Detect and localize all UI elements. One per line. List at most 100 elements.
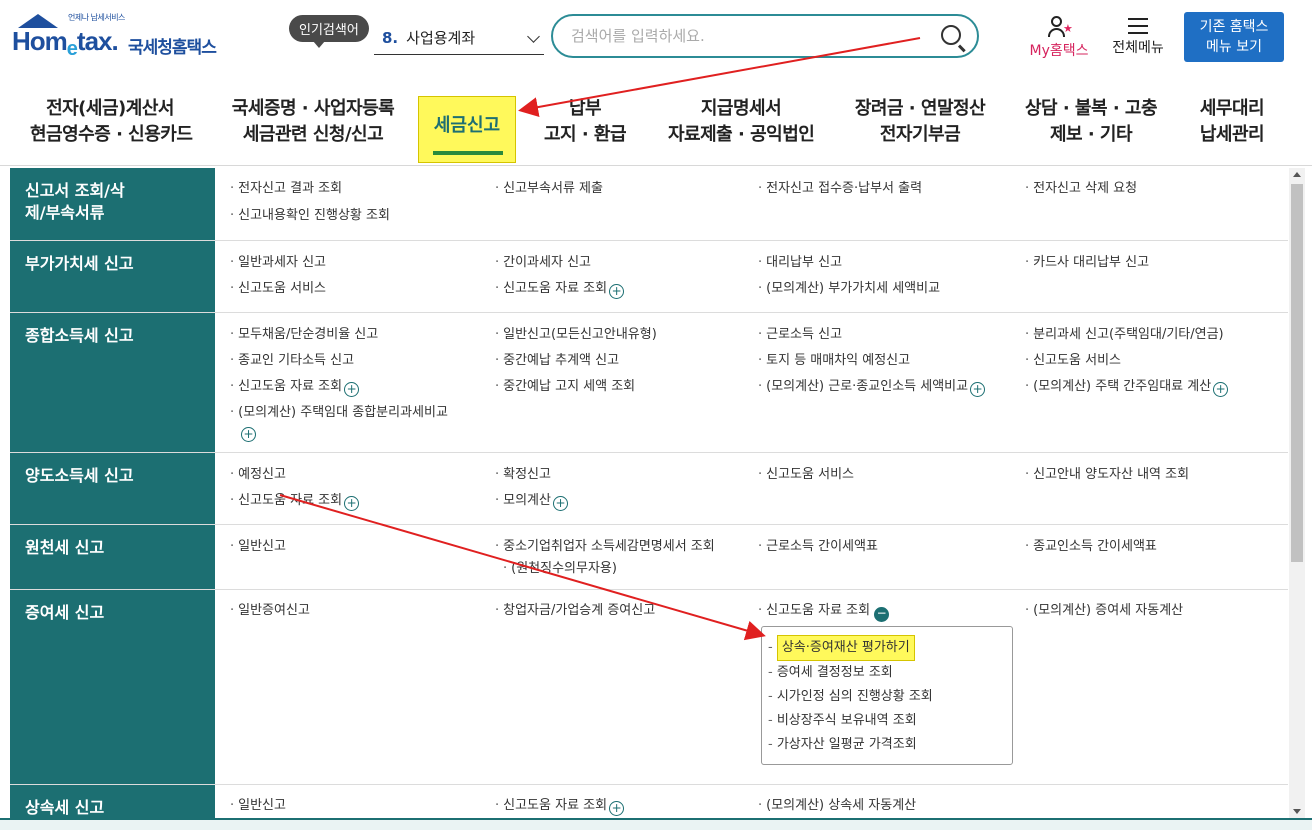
all-menu-label: 전체메뉴: [1112, 40, 1164, 56]
vertical-scrollbar[interactable]: [1289, 168, 1305, 818]
gnb-item-payment-statement[interactable]: 지급명세서 자료제출 · 공익법인: [668, 96, 815, 148]
menu-link[interactable]: (모의계산) 증여세 자동계산: [1025, 598, 1183, 624]
category-transfer-tax: 양도소득세 신고: [10, 453, 215, 524]
scroll-down-icon[interactable]: [1293, 809, 1301, 814]
menu-link-expandable[interactable]: (모의계산) 근로·종교인소득 세액비교+: [758, 374, 986, 400]
plus-icon[interactable]: +: [609, 284, 625, 299]
menu-link[interactable]: 신고도움 서비스: [758, 462, 854, 488]
menu-link[interactable]: 일반신고: [230, 793, 286, 818]
menu-link[interactable]: 신고내용확인 진행상황 조회: [230, 203, 390, 229]
gnb-item-counsel[interactable]: 상담 · 불복 · 고충 제보 · 기타: [1020, 96, 1162, 148]
gnb-item-payment[interactable]: 납부 고지 · 환급: [535, 96, 635, 148]
category-filing-inquiry: 신고서 조회/삭제/부속서류: [10, 168, 150, 240]
menu-link[interactable]: 분리과세 신고(주택임대/기타/연금): [1025, 322, 1223, 348]
global-nav: 전자(세금)계산서 현금영수증 · 신용카드 국세증명 · 사업자등록 세금관련 신…: [0, 90, 1312, 166]
menu-link[interactable]: 근로소득 간이세액표: [758, 534, 878, 560]
menu-link-expandable[interactable]: 신고도움 자료 조회+: [230, 488, 360, 514]
menu-link[interactable]: 일반신고: [230, 534, 286, 560]
menu-link[interactable]: 전자신고 결과 조회: [230, 176, 342, 202]
menu-link[interactable]: 종교인소득 간이세액표: [1025, 534, 1157, 560]
menu-link[interactable]: 신고부속서류 제출: [495, 176, 603, 202]
submenu-item[interactable]: 가상자산 일평균 가격조회: [768, 733, 1006, 757]
menu-link[interactable]: 전자신고 삭제 요청: [1025, 176, 1137, 202]
gnb-item-tax-filing[interactable]: 세금신고: [418, 96, 516, 163]
logo-korean-name: 국세청홈택스: [128, 38, 217, 58]
menu-link[interactable]: (모의계산) 부가가치세 세액비교: [758, 276, 940, 302]
gnb-item-tax-agent[interactable]: 세무대리 납세관리: [1192, 96, 1272, 148]
submenu-item[interactable]: 비상장주식 보유내역 조회: [768, 709, 1006, 733]
category-withholding-tax: 원천세 신고: [10, 525, 215, 589]
menu-link-subtext[interactable]: (원천징수의무자용): [503, 556, 617, 582]
menu-link[interactable]: 모두채움/단순경비율 신고: [230, 322, 378, 348]
plus-icon[interactable]: +: [970, 382, 986, 397]
category-income-tax: 종합소득세 신고: [10, 313, 215, 452]
chevron-down-icon: [527, 30, 540, 43]
menu-row-inheritance-tax: 상속세 신고 일반신고 신고도움 자료 조회+ (모의계산) 상속세 자동계산: [10, 785, 1288, 818]
popular-rank: 8.: [382, 29, 399, 47]
gnb-item-incentive[interactable]: 장려금 · 연말정산 전자기부금: [848, 96, 992, 148]
menu-link[interactable]: 신고도움 서비스: [230, 276, 326, 302]
menu-row-withholding-tax: 원천세 신고 일반신고 중소기업취업자 소득세감면명세서 조회 (원천징수의무자…: [10, 525, 1288, 590]
menu-link[interactable]: 신고도움 서비스: [1025, 348, 1121, 374]
menu-link[interactable]: 토지 등 매매차익 예정신고: [758, 348, 910, 374]
menu-link-expandable[interactable]: 모의계산+: [495, 488, 568, 514]
menu-row-gift-tax: 증여세 신고 일반증여신고 창업자금/가업승계 증여신고 신고도움 자료 조회−…: [10, 590, 1288, 785]
menu-link[interactable]: 근로소득 신고: [758, 322, 842, 348]
menu-link[interactable]: 카드사 대리납부 신고: [1025, 250, 1149, 276]
old-menu-line1: 기존 홈택스: [1199, 19, 1269, 35]
active-underline: [433, 151, 503, 155]
plus-icon[interactable]: +: [344, 382, 360, 397]
menu-link[interactable]: 예정신고: [230, 462, 286, 488]
menu-link[interactable]: 중간예납 추계액 신고: [495, 348, 619, 374]
menu-link[interactable]: 확정신고: [495, 462, 551, 488]
menu-row-transfer-tax: 양도소득세 신고 예정신고 확정신고 신고도움 서비스 신고안내 양도자산 내역…: [10, 453, 1288, 525]
category-gift-tax: 증여세 신고: [10, 590, 215, 784]
submenu-item[interactable]: 시가인정 심의 진행상황 조회: [768, 685, 1006, 709]
menu-link[interactable]: 전자신고 접수증·납부서 출력: [758, 176, 922, 202]
all-menu-button[interactable]: 전체메뉴: [1106, 16, 1170, 57]
submenu-item-valuation[interactable]: 상속·증여재산 평가하기: [768, 635, 1006, 661]
menu-link[interactable]: 대리납부 신고: [758, 250, 842, 276]
plus-icon[interactable]: +: [344, 496, 360, 511]
logo-brand: Hometax.: [12, 26, 119, 60]
popular-keyword-select[interactable]: 8. 사업용계좌: [374, 23, 544, 55]
gnb-item-tax-filing-label: 세금신고: [433, 115, 501, 136]
menu-link-expandable[interactable]: 신고도움 자료 조회+: [230, 374, 360, 400]
bottom-bar: [0, 818, 1312, 830]
scroll-up-icon[interactable]: [1293, 172, 1301, 177]
menu-link[interactable]: (모의계산) 상속세 자동계산: [758, 793, 916, 818]
gnb-item-certificate[interactable]: 국세증명 · 사업자등록 세금관련 신청/신고: [228, 96, 398, 148]
menu-link[interactable]: (모의계산) 주택임대 종합분리과세비교: [230, 400, 448, 426]
menu-link[interactable]: 신고안내 양도자산 내역 조회: [1025, 462, 1189, 488]
menu-link-expandable[interactable]: 신고도움 자료 조회+: [495, 276, 625, 302]
logo-tagline: 언제나 납세서비스: [68, 13, 125, 22]
old-menu-button[interactable]: 기존 홈택스 메뉴 보기: [1184, 12, 1284, 62]
menu-link[interactable]: 일반신고(모든신고안내유형): [495, 322, 657, 348]
category-inheritance-tax: 상속세 신고: [10, 785, 215, 818]
search-icon[interactable]: [941, 25, 961, 45]
menu-link[interactable]: 일반과세자 신고: [230, 250, 326, 276]
plus-icon[interactable]: +: [241, 427, 256, 442]
plus-icon[interactable]: +: [552, 496, 568, 511]
popular-keyword-badge: 인기검색어: [289, 15, 369, 48]
menu-link[interactable]: 일반증여신고: [230, 598, 310, 624]
menu-link[interactable]: 간이과세자 신고: [495, 250, 591, 276]
submenu-item[interactable]: 증여세 결정정보 조회: [768, 661, 1006, 685]
menu-panel: 신고서 조회/삭제/부속서류 전자신고 결과 조회 신고부속서류 제출 전자신고…: [10, 168, 1288, 818]
menu-link[interactable]: 창업자금/가업승계 증여신고: [495, 598, 655, 624]
menu-link-expandable[interactable]: (모의계산) 주택 간주임대료 계산+: [1025, 374, 1229, 400]
menu-link[interactable]: 중간예납 고지 세액 조회: [495, 374, 635, 400]
scroll-thumb[interactable]: [1291, 184, 1303, 562]
search-input[interactable]: [571, 25, 931, 47]
my-hometax-button[interactable]: ★ My홈택스: [1024, 16, 1094, 60]
gnb-item-einvoice[interactable]: 전자(세금)계산서 현금영수증 · 신용카드: [30, 96, 193, 148]
hometax-logo[interactable]: 언제나 납세서비스 Hometax. 국세청홈택스: [10, 12, 225, 60]
menu-row-filing-inquiry: 신고서 조회/삭제/부속서류 전자신고 결과 조회 신고부속서류 제출 전자신고…: [10, 168, 1288, 241]
menu-link[interactable]: 종교인 기타소득 신고: [230, 348, 354, 374]
menu-link-expanded[interactable]: 신고도움 자료 조회−: [758, 598, 890, 624]
plus-icon[interactable]: +: [1213, 382, 1229, 397]
plus-icon[interactable]: +: [609, 801, 625, 816]
minus-icon[interactable]: −: [874, 607, 890, 622]
menu-row-income-tax: 종합소득세 신고 모두채움/단순경비율 신고 일반신고(모든신고안내유형) 근로…: [10, 313, 1288, 453]
menu-link-expandable[interactable]: 신고도움 자료 조회+: [495, 793, 625, 818]
